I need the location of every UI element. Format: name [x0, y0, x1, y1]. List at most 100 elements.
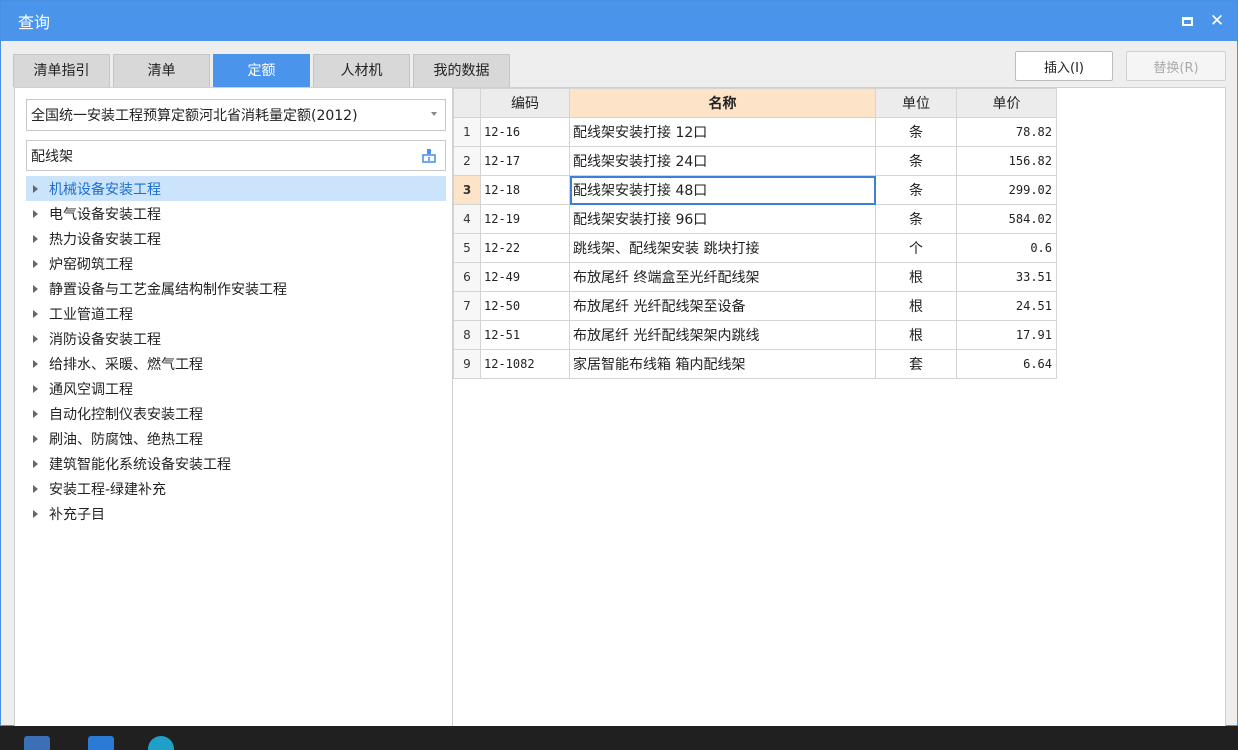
row-number[interactable]: 9	[453, 349, 481, 379]
price-cell[interactable]: 78.82	[956, 117, 1057, 147]
price-cell[interactable]: 17.91	[956, 320, 1057, 350]
chevron-right-icon[interactable]	[33, 484, 38, 493]
price-cell[interactable]: 299.02	[956, 175, 1057, 205]
table-row[interactable]: 4 12-19 配线架安装打接 96口条 584.02	[453, 204, 1057, 234]
replace-button[interactable]: 替换(R)	[1126, 51, 1226, 81]
name-cell[interactable]: 跳线架、配线架安装 跳块打接	[569, 233, 876, 263]
unit-cell[interactable]: 条	[875, 204, 957, 234]
table-row[interactable]: 6 12-49 布放尾纤 终端盒至光纤配线架根 33.51	[453, 262, 1057, 292]
row-number[interactable]: 7	[453, 291, 481, 321]
table-row[interactable]: 1 12-16 配线架安装打接 12口条 78.82	[453, 117, 1057, 147]
name-cell[interactable]: 布放尾纤 光纤配线架架内跳线	[569, 320, 876, 350]
price-cell[interactable]: 33.51	[956, 262, 1057, 292]
unit-cell[interactable]: 套	[875, 349, 957, 379]
tree-item[interactable]: 补充子目	[26, 501, 446, 526]
price-cell[interactable]: 584.02	[956, 204, 1057, 234]
price-cell[interactable]: 0.6	[956, 233, 1057, 263]
tree-item[interactable]: 静置设备与工艺金属结构制作安装工程	[26, 276, 446, 301]
tab-3[interactable]: 人材机	[313, 54, 410, 87]
tree-item[interactable]: 建筑智能化系统设备安装工程	[26, 451, 446, 476]
tree-item[interactable]: 自动化控制仪表安装工程	[26, 401, 446, 426]
name-header[interactable]: 名称	[569, 88, 876, 118]
tree-item[interactable]: 给排水、采暖、燃气工程	[26, 351, 446, 376]
app-icon[interactable]	[24, 736, 50, 750]
code-cell[interactable]: 12-1082	[480, 349, 570, 379]
search-input[interactable]: 配线架	[26, 140, 446, 171]
row-number[interactable]: 4	[453, 204, 481, 234]
unit-header[interactable]: 单位	[875, 88, 957, 118]
table-row[interactable]: 5 12-22 跳线架、配线架安装 跳块打接个 0.6	[453, 233, 1057, 263]
price-cell[interactable]: 156.82	[956, 146, 1057, 176]
unit-cell[interactable]: 根	[875, 320, 957, 350]
chevron-right-icon[interactable]	[33, 284, 38, 293]
row-number[interactable]: 2	[453, 146, 481, 176]
name-cell[interactable]: 布放尾纤 光纤配线架至设备	[569, 291, 876, 321]
chevron-right-icon[interactable]	[33, 384, 38, 393]
tree-item[interactable]: 炉窑砌筑工程	[26, 251, 446, 276]
row-number[interactable]: 1	[453, 117, 481, 147]
table-row[interactable]: 8 12-51 布放尾纤 光纤配线架架内跳线根 17.91	[453, 320, 1057, 350]
unit-cell[interactable]: 根	[875, 262, 957, 292]
filter-icon[interactable]	[422, 148, 436, 164]
table-row[interactable]: 3 12-18 配线架安装打接 48口条 299.02	[453, 175, 1057, 205]
name-cell[interactable]: 配线架安装打接 12口	[569, 117, 876, 147]
price-cell[interactable]: 6.64	[956, 349, 1057, 379]
row-number[interactable]: 8	[453, 320, 481, 350]
code-cell[interactable]: 12-18	[480, 175, 570, 205]
chevron-right-icon[interactable]	[33, 234, 38, 243]
tree-item[interactable]: 消防设备安装工程	[26, 326, 446, 351]
row-number[interactable]: 6	[453, 262, 481, 292]
close-icon[interactable]: ✕	[1207, 11, 1227, 31]
name-cell[interactable]: 家居智能布线箱 箱内配线架	[569, 349, 876, 379]
row-number[interactable]: 5	[453, 233, 481, 263]
chevron-right-icon[interactable]	[33, 209, 38, 218]
tab-4[interactable]: 我的数据	[413, 54, 510, 87]
code-header[interactable]: 编码	[480, 88, 570, 118]
tree-item[interactable]: 安装工程-绿建补充	[26, 476, 446, 501]
row-number[interactable]: 3	[453, 175, 481, 205]
code-cell[interactable]: 12-50	[480, 291, 570, 321]
title-bar[interactable]: 查询 ✕	[1, 1, 1237, 41]
unit-cell[interactable]: 条	[875, 117, 957, 147]
tree-item[interactable]: 电气设备安装工程	[26, 201, 446, 226]
chevron-down-icon[interactable]	[431, 112, 437, 116]
quota-db-select[interactable]: 全国统一安装工程预算定额河北省消耗量定额(2012)	[26, 99, 446, 131]
table-row[interactable]: 2 12-17 配线架安装打接 24口条 156.82	[453, 146, 1057, 176]
chevron-right-icon[interactable]	[33, 334, 38, 343]
edge-browser-icon[interactable]	[148, 736, 174, 750]
tree-item[interactable]: 工业管道工程	[26, 301, 446, 326]
unit-cell[interactable]: 个	[875, 233, 957, 263]
chevron-right-icon[interactable]	[33, 309, 38, 318]
tab-1[interactable]: 清单	[113, 54, 210, 87]
chevron-right-icon[interactable]	[33, 434, 38, 443]
tab-0[interactable]: 清单指引	[13, 54, 110, 87]
code-cell[interactable]: 12-22	[480, 233, 570, 263]
chevron-right-icon[interactable]	[33, 259, 38, 268]
chevron-right-icon[interactable]	[33, 359, 38, 368]
tab-2[interactable]: 定额	[213, 54, 310, 87]
unit-cell[interactable]: 条	[875, 175, 957, 205]
name-cell[interactable]: 配线架安装打接 96口	[569, 204, 876, 234]
price-cell[interactable]: 24.51	[956, 291, 1057, 321]
name-cell[interactable]: 布放尾纤 终端盒至光纤配线架	[569, 262, 876, 292]
unit-cell[interactable]: 条	[875, 146, 957, 176]
code-cell[interactable]: 12-19	[480, 204, 570, 234]
chevron-right-icon[interactable]	[33, 409, 38, 418]
tree-item[interactable]: 热力设备安装工程	[26, 226, 446, 251]
code-cell[interactable]: 12-51	[480, 320, 570, 350]
tree-item[interactable]: 机械设备安装工程	[26, 176, 446, 201]
chevron-right-icon[interactable]	[33, 459, 38, 468]
code-cell[interactable]: 12-16	[480, 117, 570, 147]
tree-item[interactable]: 通风空调工程	[26, 376, 446, 401]
name-cell[interactable]: 配线架安装打接 48口	[569, 175, 876, 205]
star-app-icon[interactable]	[88, 736, 114, 750]
table-row[interactable]: 9 12-1082 家居智能布线箱 箱内配线架套 6.64	[453, 349, 1057, 379]
chevron-right-icon[interactable]	[33, 184, 38, 193]
insert-button[interactable]: 插入(I)	[1015, 51, 1113, 81]
price-header[interactable]: 单价	[956, 88, 1057, 118]
code-cell[interactable]: 12-49	[480, 262, 570, 292]
tree-item[interactable]: 刷油、防腐蚀、绝热工程	[26, 426, 446, 451]
unit-cell[interactable]: 根	[875, 291, 957, 321]
code-cell[interactable]: 12-17	[480, 146, 570, 176]
table-row[interactable]: 7 12-50 布放尾纤 光纤配线架至设备根 24.51	[453, 291, 1057, 321]
